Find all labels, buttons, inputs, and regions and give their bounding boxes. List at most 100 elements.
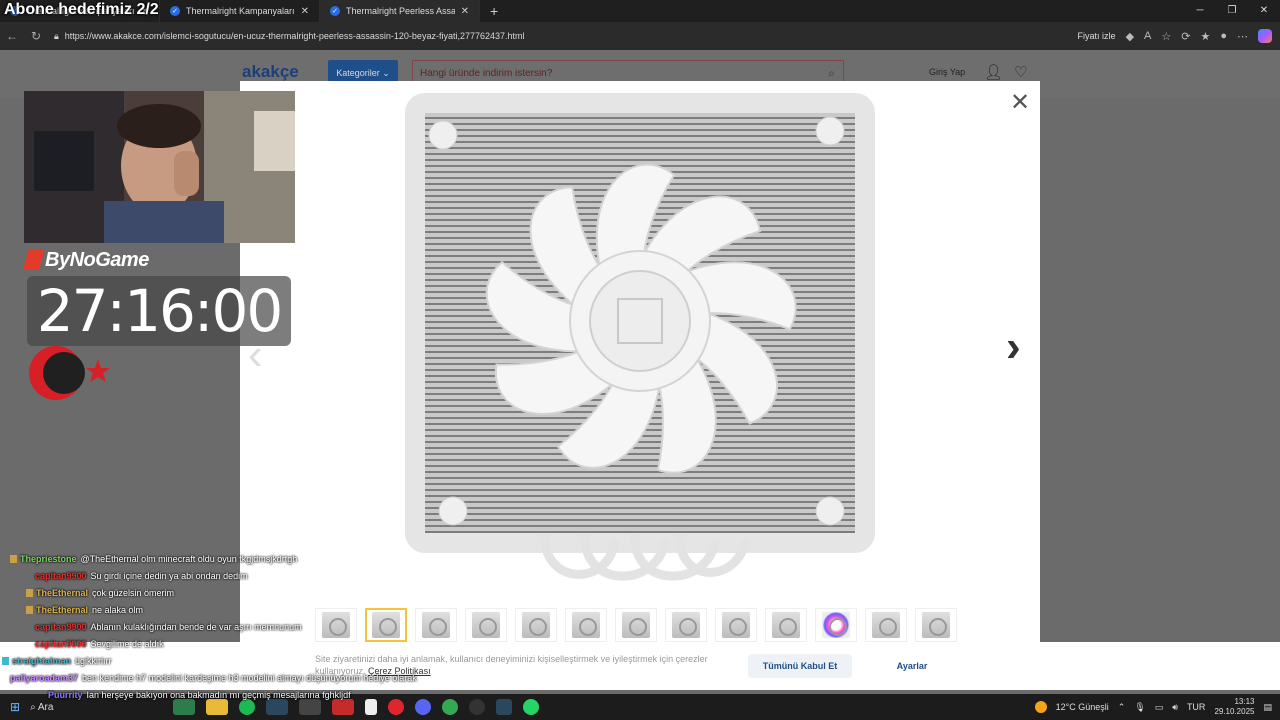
streamer-brand: ByNoGame <box>23 249 149 272</box>
chat-username: paliyaroadam37 <box>10 673 79 683</box>
thumbnail[interactable] <box>915 608 957 642</box>
refresh-icon[interactable]: ↻ <box>24 29 48 43</box>
thumbnail[interactable] <box>865 608 907 642</box>
chat-username: Puurrity <box>48 690 83 700</box>
brand-name: ByNoGame <box>45 249 149 271</box>
more-menu-icon[interactable]: ⋯ <box>1237 30 1248 43</box>
chat-username: straightalman <box>12 656 72 666</box>
favorite-star-icon[interactable]: ☆ <box>1161 30 1171 43</box>
chat-message: capitan9900 Su girdi içine dedin ya abi o… <box>10 568 480 585</box>
thumbnail[interactable] <box>565 608 607 642</box>
thumbnail[interactable] <box>815 608 857 642</box>
weather-sun-icon <box>1034 701 1047 713</box>
cookie-settings-button[interactable]: Ayarlar <box>880 654 944 678</box>
chat-username: TheEthernal <box>36 605 89 615</box>
chat-text: ne alaka olm <box>92 605 144 615</box>
price-watch-button[interactable]: Fiyatı izle <box>1078 31 1116 41</box>
chat-message: TheEthernal ne alaka olm <box>10 602 480 619</box>
chat-message: capitan9900 Sevgilime de aldık <box>10 636 480 653</box>
tag-icon[interactable]: ◆ <box>1126 30 1134 43</box>
chat-message: paliyaroadam37 ben kendime h7 modelini ka… <box>10 670 480 687</box>
copilot-icon[interactable] <box>1258 29 1272 43</box>
read-aloud-icon[interactable]: A <box>1144 30 1151 42</box>
thumbnail[interactable] <box>665 608 707 642</box>
tab-label: Thermalright Kampanyaları, İndiri <box>186 6 295 16</box>
chat-message: TheEthernal çok güzelsin ömerim <box>10 585 480 602</box>
address-bar: ← ↻ 🔒︎ https://www.akakce.com/islemci-so… <box>0 22 1280 50</box>
webcam-feed <box>24 91 295 243</box>
search-icon[interactable]: ⌕ <box>828 66 835 81</box>
back-icon[interactable]: ← <box>0 29 24 43</box>
chat-message: capitan9900 Ablanın kulaklığından bende d… <box>10 619 480 636</box>
tab-close-icon[interactable]: ✕ <box>461 6 469 17</box>
volume-icon[interactable]: 🔊︎ <box>1172 702 1178 713</box>
window-controls: ─ ❐ ✕ <box>1184 0 1280 22</box>
user-icon[interactable]: 👤︎ <box>984 63 1003 81</box>
stream-timer: 27:16:00 <box>27 276 291 346</box>
browser-toolbar: Fiyatı izle ◆ A ☆ ⟳ ★ ● ⋯ <box>1078 22 1272 50</box>
tab-3-active[interactable]: ✓ Thermalright Peerless Assassin 1 ✕ <box>320 0 480 22</box>
favorites-icon[interactable]: ★ <box>1200 30 1210 43</box>
chat-message: straightalman ügikkirlırr <box>2 653 480 670</box>
chat-username: Thepriestone <box>20 554 77 564</box>
sub-badge-icon <box>10 555 17 563</box>
chat-message: Thepriestone @TheEthernal olm minecraft o… <box>10 551 480 568</box>
chat-message: Puurrity Ian herşeye bakıyon ona bakmadın… <box>10 687 480 704</box>
thumbnail[interactable] <box>515 608 557 642</box>
thumbnail[interactable] <box>615 608 657 642</box>
site-logo[interactable]: akakçe <box>242 62 299 82</box>
profile-icon[interactable]: ● <box>1220 30 1227 42</box>
url-text: https://www.akakce.com/islemci-sogutucu/… <box>64 31 525 41</box>
notification-icon[interactable]: ▤ <box>1263 702 1272 713</box>
search-placeholder: Hangi üründe indirim istersin? <box>420 67 553 79</box>
chevron-down-icon: ⌄ <box>382 67 390 78</box>
brand-logo-icon <box>23 249 45 269</box>
system-tray: 12°C Güneşli ⌃ 🎙︎ ▭ 🔊︎ TUR 13:13 29.10.2… <box>1034 694 1272 720</box>
sub-badge-icon <box>26 589 33 597</box>
clock-time: 13:13 <box>1234 697 1255 706</box>
tab-strip: ✓ Thermalright Kampanyaları, İndiri ✕ ✓ … <box>0 0 1280 22</box>
sub-badge-icon <box>26 606 33 614</box>
product-image-cpu-cooler <box>405 93 875 581</box>
chat-text: ügikkirlırr <box>75 656 112 666</box>
thumbnail[interactable] <box>715 608 757 642</box>
minimize-icon[interactable]: ─ <box>1184 0 1216 22</box>
close-window-icon[interactable]: ✕ <box>1248 0 1280 22</box>
weather-text[interactable]: 12°C Güneşli <box>1056 702 1109 712</box>
stream-chat: Thepriestone @TheEthernal olm minecraft o… <box>2 551 480 704</box>
clock-date: 29.10.2025 <box>1214 707 1255 716</box>
chat-username: capitan9900 <box>35 622 87 632</box>
chat-text: ben kendime h7 modelini kardeşime h3 mod… <box>82 673 417 683</box>
maximize-icon[interactable]: ❐ <box>1216 0 1248 22</box>
tab-label: Thermalright Peerless Assassin 1 <box>346 6 455 16</box>
site-favicon-icon: ✓ <box>170 6 180 16</box>
chat-text: Ablanın kulaklığından bende de var aşırı… <box>90 622 302 632</box>
chat-username: TheEthernal <box>36 588 89 598</box>
thumbnail[interactable] <box>765 608 807 642</box>
chevron-up-icon[interactable]: ⌃ <box>1118 702 1126 713</box>
tab-close-icon[interactable]: ✕ <box>301 6 309 17</box>
network-icon[interactable]: ▭ <box>1155 702 1164 713</box>
close-icon[interactable]: ✕ <box>1009 91 1031 115</box>
lock-icon: 🔒︎ <box>54 30 59 41</box>
chat-text: Su girdi içine dedin ya abi ondan dedim <box>90 571 248 581</box>
heart-icon[interactable]: ♡ <box>1014 63 1027 81</box>
turkish-flag-icon <box>29 346 110 400</box>
site-favicon-icon: ✓ <box>330 6 340 16</box>
login-link[interactable]: Giriş Yap <box>929 67 965 77</box>
new-tab-button[interactable]: + <box>480 3 508 19</box>
url-field[interactable]: 🔒︎ https://www.akakce.com/islemci-sogutu… <box>54 26 1029 46</box>
extensions-icon[interactable]: ⟳ <box>1181 30 1190 43</box>
chat-username: capitan9900 <box>35 639 87 649</box>
language-indicator[interactable]: TUR <box>1187 702 1206 712</box>
whatsapp-icon[interactable] <box>523 699 540 715</box>
steam-icon[interactable] <box>496 699 513 715</box>
chat-text: Ian herşeye bakıyon ona bakmadın mı geçm… <box>86 690 351 700</box>
tab-2[interactable]: ✓ Thermalright Kampanyaları, İndiri ✕ <box>160 0 320 22</box>
chat-username: capitan9900 <box>35 571 87 581</box>
accept-all-button[interactable]: Tümünü Kabul Et <box>748 654 852 678</box>
clock[interactable]: 13:13 29.10.2025 <box>1214 697 1254 717</box>
chat-text: çok güzelsin ömerim <box>92 588 175 598</box>
microphone-icon[interactable]: 🎙︎ <box>1134 702 1145 713</box>
next-image-icon[interactable]: › <box>1006 322 1021 372</box>
